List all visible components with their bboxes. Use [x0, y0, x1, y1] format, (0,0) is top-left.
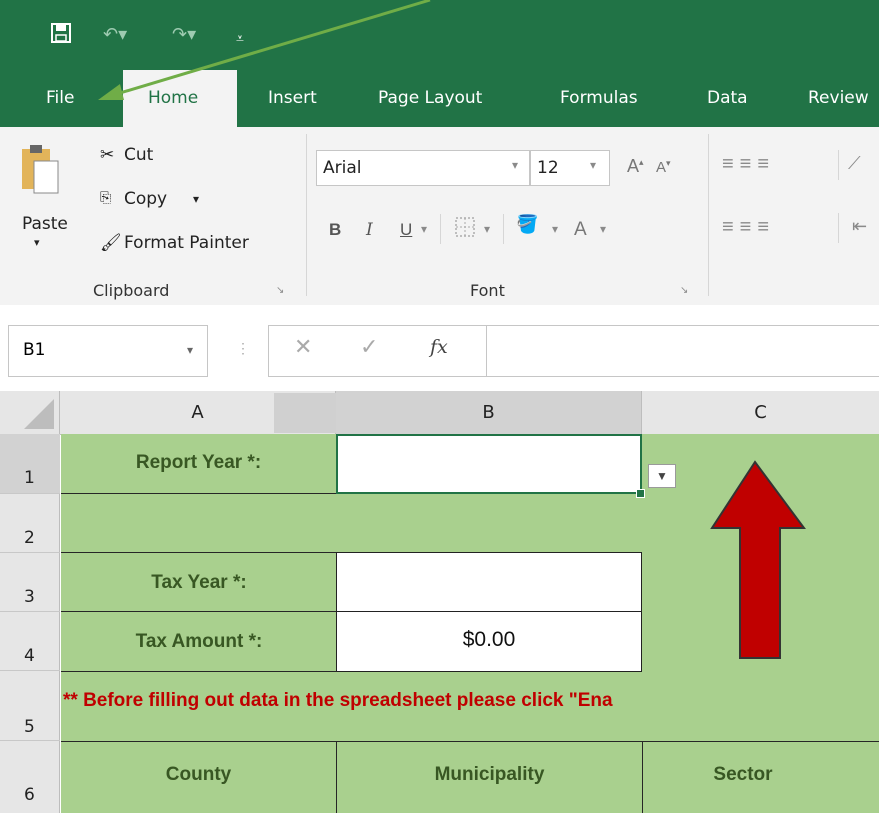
font-separator — [440, 214, 441, 244]
row-header-1[interactable]: 1 — [0, 434, 60, 494]
paste-icon[interactable] — [20, 143, 60, 200]
font-size-dropdown-icon[interactable]: ▾ — [590, 158, 596, 172]
font-color-dropdown-icon[interactable]: ▾ — [600, 222, 606, 236]
fill-color-icon[interactable]: 🪣 — [516, 214, 538, 235]
row4-top-border — [61, 611, 337, 612]
underline-dropdown-icon[interactable]: ▾ — [421, 222, 427, 236]
column-header-b[interactable]: B — [336, 391, 642, 434]
bold-button[interactable]: B — [329, 220, 341, 240]
header-county: County — [165, 764, 232, 785]
tax-amount-value: $0.00 — [462, 628, 516, 651]
font-dialog-launcher-icon[interactable]: ↘ — [680, 285, 688, 296]
formula-bar-grip-icon[interactable]: ⋮ — [236, 340, 250, 357]
font-size-value: 12 — [537, 158, 559, 178]
column-resize-highlight — [274, 393, 336, 433]
underline-button[interactable]: U — [400, 220, 412, 240]
formula-input[interactable] — [486, 325, 879, 377]
tax-year-label: Tax Year *: — [151, 572, 247, 593]
green-annotation-arrow-icon — [98, 0, 431, 100]
copy-dropdown-icon[interactable]: ▾ — [193, 192, 199, 206]
font-group-label: Font — [470, 281, 505, 300]
tab-formulas[interactable]: Formulas — [560, 88, 638, 108]
shrink-font-icon[interactable]: A▾ — [656, 158, 671, 176]
report-year-dropdown-icon[interactable]: ▼ — [648, 464, 676, 488]
red-up-arrow-icon — [710, 460, 806, 659]
name-box-value: B1 — [23, 340, 46, 360]
row4-bottom-border — [61, 671, 337, 672]
horizontal-align-icons[interactable]: ≡≡≡ — [722, 216, 775, 239]
borders-icon[interactable] — [454, 216, 476, 243]
format-painter-button[interactable]: Format Painter — [124, 233, 249, 253]
row3-top-border — [61, 552, 337, 553]
top-align-icons[interactable]: ≡≡≡ — [722, 153, 775, 176]
save-icon[interactable] — [50, 22, 72, 50]
row-header-5[interactable]: 5 — [0, 671, 60, 741]
header-row-top-border — [61, 741, 879, 742]
paste-button[interactable]: Paste — [22, 214, 68, 234]
report-year-input[interactable] — [336, 434, 642, 494]
paste-dropdown-icon[interactable]: ▾ — [34, 236, 40, 249]
format-painter-icon: 🖌 — [100, 233, 122, 253]
copy-button[interactable]: Copy — [124, 189, 167, 209]
tab-review[interactable]: Review — [808, 88, 869, 108]
ribbon-separator — [708, 134, 709, 296]
insert-function-icon[interactable]: fx — [430, 336, 448, 358]
select-all-corner[interactable] — [0, 391, 60, 434]
enter-icon[interactable]: ✓ — [360, 334, 378, 360]
align-separator — [838, 150, 839, 180]
row-header-3[interactable]: 3 — [0, 553, 60, 612]
clipboard-dialog-launcher-icon[interactable]: ↘ — [276, 285, 284, 296]
font-name-value: Arial — [323, 158, 362, 178]
font-size-select[interactable]: 12 — [530, 150, 610, 186]
name-box-dropdown-icon[interactable]: ▾ — [187, 343, 193, 357]
clipboard-group-label: Clipboard — [93, 281, 170, 300]
copy-icon: ⎘ — [100, 190, 112, 206]
tax-amount-input[interactable]: $0.00 — [336, 611, 642, 672]
instructions-notice: ** Before filling out data in the spread… — [63, 690, 613, 711]
header-municipality: Municipality — [434, 764, 545, 785]
row1-bottom-border — [61, 493, 336, 494]
column-header-c[interactable]: C — [642, 391, 879, 434]
header-sector: Sector — [713, 764, 773, 785]
row-header-6[interactable]: 6 — [0, 741, 60, 813]
cut-button[interactable]: Cut — [124, 145, 153, 165]
indent-icon[interactable]: ⇤ — [852, 216, 867, 237]
ribbon-separator — [306, 134, 307, 296]
font-name-dropdown-icon[interactable]: ▾ — [512, 158, 518, 172]
tax-year-input[interactable] — [336, 552, 642, 613]
row-header-4[interactable]: 4 — [0, 612, 60, 671]
tax-amount-label: Tax Amount *: — [135, 631, 263, 652]
row-header-2[interactable]: 2 — [0, 494, 60, 553]
report-year-label: Report Year *: — [135, 452, 262, 473]
tab-data[interactable]: Data — [707, 88, 748, 108]
orientation-icon[interactable]: ⟋ — [848, 153, 861, 174]
align-separator — [838, 213, 839, 243]
font-color-button[interactable]: A — [574, 219, 587, 241]
borders-dropdown-icon[interactable]: ▾ — [484, 222, 490, 236]
cut-icon: ✂ — [100, 145, 115, 165]
fill-handle[interactable] — [636, 489, 645, 498]
tab-file[interactable]: File — [46, 88, 74, 108]
font-separator — [503, 214, 504, 244]
italic-button[interactable]: I — [366, 220, 373, 240]
grow-font-icon[interactable]: A▴ — [627, 156, 644, 177]
fill-color-dropdown-icon[interactable]: ▾ — [552, 222, 558, 236]
cancel-icon[interactable]: ✕ — [294, 334, 312, 360]
font-name-select[interactable]: Arial — [316, 150, 530, 186]
name-box[interactable]: B1 ▾ — [8, 325, 208, 377]
